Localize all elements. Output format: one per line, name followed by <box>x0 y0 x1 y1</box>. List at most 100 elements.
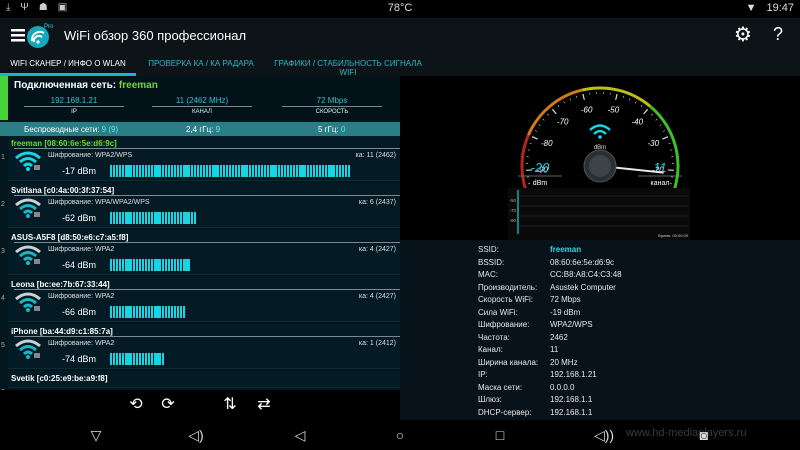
signal-bar-segment <box>130 165 133 177</box>
network-card[interactable]: 1 freeman [08:60:6e:5e:d6:9c] Шифрование: … <box>1 136 400 181</box>
detail-row: Сила WiFi: -19 dBm <box>478 308 778 320</box>
settings-button[interactable]: ⚙ <box>732 24 754 46</box>
volume-down-icon[interactable]: ◁) <box>186 426 206 444</box>
tab-signal-graphs[interactable]: ГРАФИКИ / СТАБИЛЬНОСТЬ СИГНАЛА WIFI <box>272 54 424 77</box>
signal-bar-segment <box>162 353 165 365</box>
app-title: WiFi обзор 360 профессионал <box>64 28 247 43</box>
help-button[interactable]: ? <box>768 23 788 45</box>
card-divider <box>14 195 400 196</box>
signal-bar-segment <box>141 306 145 318</box>
signal-bar-segment <box>121 306 124 318</box>
signal-bar-segment <box>156 212 159 224</box>
sort-icon[interactable]: ⇅ <box>220 395 240 415</box>
signal-bar-segment <box>159 353 162 365</box>
network-index: 4 <box>1 295 5 302</box>
wifi-signal-icon <box>15 245 41 265</box>
gauge-tick <box>563 101 565 104</box>
detail-value: CC:B8:A8:C4:C3:48 <box>550 270 622 279</box>
gauge-tick <box>542 118 545 121</box>
gauge-tick <box>640 104 643 107</box>
network-channel: ка: 4 (2427) <box>358 246 396 253</box>
detail-value: 20 MHz <box>550 357 578 367</box>
network-card[interactable]: 5 iPhone [ba:44:d9:c1:85:7a] Шифрование: W… <box>1 324 400 369</box>
signal-bar-segment <box>246 165 249 177</box>
signal-bar-segment <box>307 165 310 177</box>
signal-bar-segment <box>223 165 226 177</box>
signal-bar-segment <box>150 259 153 271</box>
refresh-icon[interactable]: ⟳ <box>158 395 178 415</box>
signal-bar-segment <box>115 165 118 177</box>
signal-bar-segment <box>173 306 176 318</box>
signal-bar-segment <box>147 353 150 365</box>
gauge-wifi-icon <box>593 129 607 135</box>
home-icon[interactable]: ○ <box>390 426 410 444</box>
signal-bar-segment <box>112 212 116 224</box>
detail-key: SSID: <box>478 245 499 254</box>
connected-name: freeman <box>118 80 158 91</box>
volume-up-icon[interactable]: ◁)) <box>594 426 614 444</box>
signal-bar-segment <box>176 212 179 224</box>
network-index: 1 <box>1 154 5 161</box>
signal-bar-segment <box>318 165 321 177</box>
gauge-tick <box>538 124 541 126</box>
signal-bar-segment <box>112 259 116 271</box>
tab-channel-check[interactable]: ПРОВЕРКА КА / КА РАДАРА <box>136 54 266 76</box>
signal-bar-segment <box>330 165 333 177</box>
gauge-tick <box>622 95 624 98</box>
network-index: 3 <box>1 248 5 255</box>
detail-row: DHCP-сервер: 192.168.1.1 <box>478 408 778 420</box>
signal-bar-segment <box>339 165 342 177</box>
signal-bar-segment <box>110 353 113 365</box>
gauge-tick <box>582 93 585 100</box>
gauge-tick <box>615 93 618 100</box>
swap-icon[interactable]: ⇄ <box>254 395 274 415</box>
signal-bar-segment <box>127 353 130 365</box>
detail-row: IP: 192.168.1.21 <box>478 370 778 382</box>
signal-bar-segment <box>136 165 139 177</box>
network-card[interactable]: 2 Svitlana [c0:4a:00:3f:37:54] Шифрование:… <box>1 183 400 228</box>
gauge-tick <box>629 98 631 101</box>
back-icon[interactable]: ◁ <box>290 426 310 444</box>
network-card[interactable]: 3 ASUS-A5F8 [d8:50:e6:c7:a5:f8] Шифрование… <box>1 230 400 275</box>
network-card[interactable]: 4 Leona [bc:ee:7b:67:33:44] Шифрование: WP… <box>1 277 400 322</box>
signal-bar-segment <box>130 212 133 224</box>
card-divider <box>14 289 400 290</box>
tab-wifi-scanner[interactable]: WIFI СКАНЕР / ИНФО О WLAN <box>0 54 136 76</box>
graph-tick-label: -90 <box>509 218 516 223</box>
recents-icon[interactable]: □ <box>490 426 510 444</box>
signal-bar-segment <box>191 212 194 224</box>
network-card[interactable]: 6Svetik [c0:25:e9:be:a9:f8] <box>1 371 400 396</box>
signal-bar-segment <box>153 212 156 224</box>
dbm-value: -20 <box>531 160 551 175</box>
signal-bar-segment <box>266 165 269 177</box>
signal-bar-segment <box>231 165 234 177</box>
signal-bar-segment <box>347 165 350 177</box>
signal-bar-segment <box>136 353 139 365</box>
screenshot-icon[interactable]: ◙ <box>694 426 714 444</box>
signal-bar-segment <box>118 165 121 177</box>
gauge-wifi-icon <box>589 124 611 131</box>
signal-bar-segment <box>130 353 133 365</box>
signal-bar-segment <box>170 165 174 177</box>
network-channel: ка: 4 (2427) <box>358 293 396 300</box>
network-channel: ка: 11 (2462) <box>355 152 396 159</box>
wifi-signal-icon <box>15 292 41 312</box>
signal-bar-segment <box>170 259 174 271</box>
signal-bar-segment <box>168 165 171 177</box>
detail-row: Производитель: Asustek Computer <box>478 283 778 295</box>
network-dbm: -62 dBm <box>62 213 97 223</box>
signal-bar-segment <box>205 165 208 177</box>
hide-nav-icon[interactable]: ▽ <box>86 426 106 444</box>
card-divider <box>14 336 400 337</box>
signal-bar-segment <box>124 353 127 365</box>
app-bar: Pro WiFi обзор 360 профессионал ⚙ ? <box>0 18 800 54</box>
signal-bar-segment <box>298 165 301 177</box>
signal-bar-segment <box>147 165 150 177</box>
signal-bar-segment <box>162 212 165 224</box>
gauge-tick <box>557 104 560 107</box>
refresh-pause-icon[interactable]: ⟲ <box>126 395 146 415</box>
signal-bar-segment <box>144 306 147 318</box>
signal-bar-segment <box>150 165 153 177</box>
signal-bar-segment <box>263 165 266 177</box>
app-logo-icon[interactable]: Pro <box>10 21 56 51</box>
